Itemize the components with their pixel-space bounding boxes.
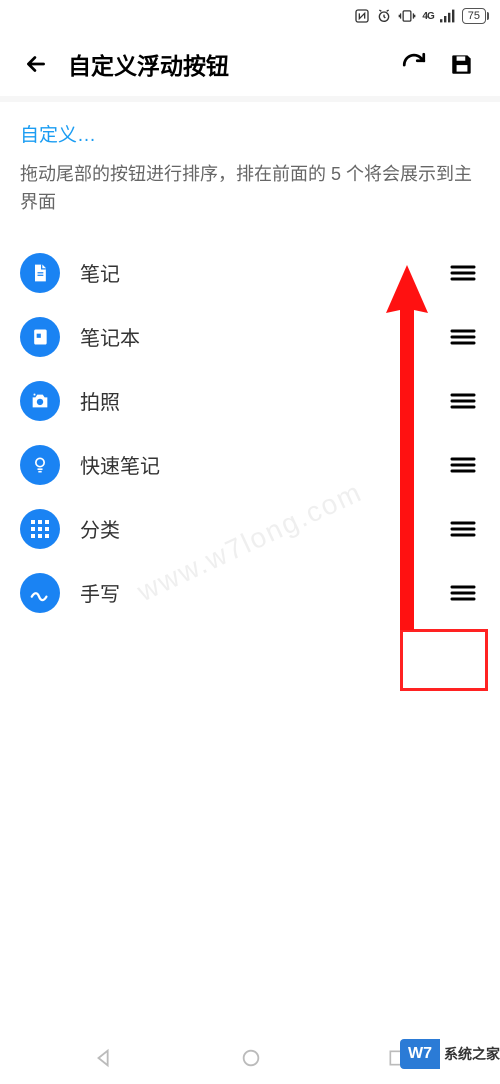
network-4g-icon: 4G: [422, 11, 433, 22]
list-item: 快速笔记: [20, 433, 480, 497]
list-item: 笔记: [20, 241, 480, 305]
battery-indicator: 75: [462, 8, 486, 24]
quicknote-icon: [20, 445, 60, 485]
drag-handle-icon[interactable]: [446, 327, 480, 347]
nav-back-button[interactable]: [93, 1047, 115, 1074]
brand-badge: W7 系统之家: [400, 1036, 500, 1072]
list-item: 笔记本: [20, 305, 480, 369]
item-label: 分类: [80, 514, 426, 543]
annotation-highlight: [400, 629, 488, 691]
nav-home-button[interactable]: [240, 1047, 262, 1074]
signal-icon: [440, 9, 456, 23]
save-button[interactable]: [440, 51, 484, 77]
drag-handle-icon[interactable]: [446, 263, 480, 283]
app-bar: 自定义浮动按钮: [0, 32, 500, 96]
brand-text: 系统之家: [444, 1044, 500, 1064]
item-label: 拍照: [80, 386, 426, 415]
list-item: 手写: [20, 561, 480, 625]
note-icon: [20, 253, 60, 293]
alarm-icon: [376, 8, 392, 24]
brand-logo: W7: [400, 1039, 440, 1069]
back-button[interactable]: [16, 51, 56, 77]
category-icon: [20, 509, 60, 549]
customize-link[interactable]: 自定义…: [20, 120, 480, 147]
item-label: 笔记: [80, 258, 426, 287]
nfc-icon: [354, 8, 370, 24]
notebook-icon: [20, 317, 60, 357]
drag-handle-icon[interactable]: [446, 391, 480, 411]
refresh-button[interactable]: [392, 51, 436, 77]
drag-handle-icon[interactable]: [446, 519, 480, 539]
section-description: 拖动尾部的按钮进行排序，排在前面的 5 个将会展示到主界面: [20, 161, 480, 217]
vibrate-icon: [398, 8, 416, 24]
handwrite-icon: [20, 573, 60, 613]
camera-icon: [20, 381, 60, 421]
list-item: 分类: [20, 497, 480, 561]
list-item: 拍照: [20, 369, 480, 433]
status-bar: 4G 75: [0, 0, 500, 32]
item-label: 笔记本: [80, 322, 426, 351]
item-label: 快速笔记: [80, 450, 426, 479]
drag-handle-icon[interactable]: [446, 455, 480, 475]
content: 自定义… 拖动尾部的按钮进行排序，排在前面的 5 个将会展示到主界面 笔记 笔记…: [0, 102, 500, 625]
item-label: 手写: [80, 578, 426, 607]
page-title: 自定义浮动按钮: [68, 47, 388, 81]
drag-handle-icon[interactable]: [446, 583, 480, 603]
